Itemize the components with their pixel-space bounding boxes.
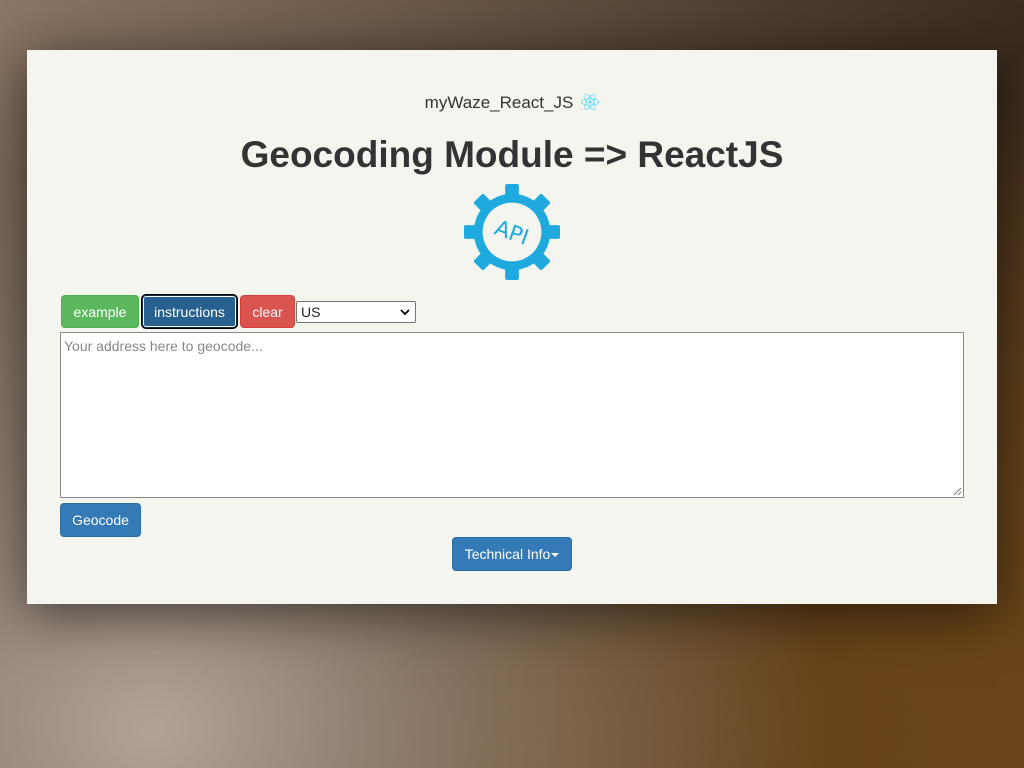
api-gear-icon: API [463,183,561,281]
instructions-button[interactable]: instructions [142,295,237,328]
resize-grip-icon[interactable] [952,486,962,496]
app-header: myWaze_React_JS [27,93,997,113]
app-name: myWaze_React_JS [424,93,574,112]
country-select-value: US [301,304,321,320]
app-window: myWaze_React_JS Geocoding Module => Reac… [27,50,997,604]
clear-button[interactable]: clear [240,295,295,328]
country-select[interactable]: US [296,301,416,323]
technical-info-button[interactable]: Technical Info [452,537,572,571]
caret-down-icon [551,553,560,558]
address-textarea[interactable]: Your address here to geocode... [60,332,964,498]
chevron-down-icon [400,309,410,316]
address-placeholder: Your address here to geocode... [64,338,263,354]
example-button[interactable]: example [61,295,139,328]
geocode-button[interactable]: Geocode [60,503,141,537]
page-title: Geocoding Module => ReactJS [240,134,784,175]
react-icon [581,93,600,111]
technical-info-label: Technical Info [464,546,551,562]
